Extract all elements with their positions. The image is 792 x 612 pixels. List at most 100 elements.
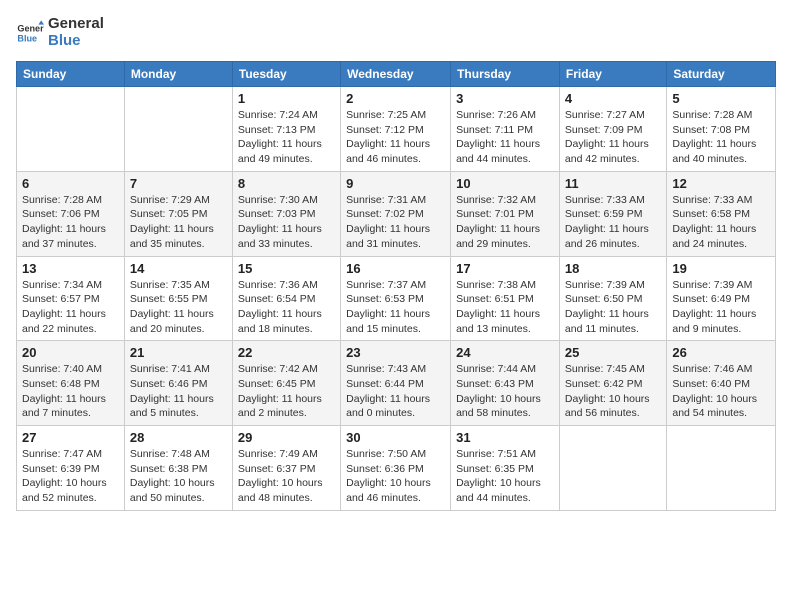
- day-content: Sunrise: 7:32 AMSunset: 7:01 PMDaylight:…: [456, 193, 554, 252]
- calendar-day-4: 4Sunrise: 7:27 AMSunset: 7:09 PMDaylight…: [559, 87, 666, 172]
- day-content: Sunrise: 7:34 AMSunset: 6:57 PMDaylight:…: [22, 278, 119, 337]
- calendar-day-8: 8Sunrise: 7:30 AMSunset: 7:03 PMDaylight…: [232, 171, 340, 256]
- day-number: 27: [22, 430, 119, 445]
- calendar-day-13: 13 Sunrise: 7:34 AMSunset: 6:57 PMDayligh…: [17, 256, 125, 341]
- calendar-empty-cell: [124, 87, 232, 172]
- calendar-day-27: 27 Sunrise: 7:47 AMSunset: 6:39 PMDayligh…: [17, 426, 125, 511]
- calendar-table: SundayMondayTuesdayWednesdayThursdayFrid…: [16, 61, 776, 511]
- calendar-day-19: 19 Sunrise: 7:39 AMSunset: 6:49 PMDayligh…: [667, 256, 776, 341]
- calendar-day-10: 10Sunrise: 7:32 AMSunset: 7:01 PMDayligh…: [451, 171, 560, 256]
- page-header: General Blue General Blue: [16, 16, 776, 49]
- calendar-day-2: 2 Sunrise: 7:25 AMSunset: 7:12 PMDaylight…: [341, 87, 451, 172]
- day-number: 23: [346, 345, 445, 360]
- calendar-day-7: 7 Sunrise: 7:29 AMSunset: 7:05 PMDaylight…: [124, 171, 232, 256]
- day-number: 5: [672, 91, 770, 106]
- calendar-empty-cell: [17, 87, 125, 172]
- day-content: Sunrise: 7:37 AMSunset: 6:53 PMDaylight:…: [346, 278, 445, 337]
- day-content: Sunrise: 7:42 AMSunset: 6:45 PMDaylight:…: [238, 362, 335, 421]
- calendar-day-14: 14Sunrise: 7:35 AMSunset: 6:55 PMDayligh…: [124, 256, 232, 341]
- calendar-header-monday: Monday: [124, 62, 232, 87]
- day-number: 7: [130, 176, 227, 191]
- day-content: Sunrise: 7:40 AMSunset: 6:48 PMDaylight:…: [22, 362, 119, 421]
- day-number: 8: [238, 176, 335, 191]
- svg-text:Blue: Blue: [17, 33, 37, 43]
- day-content: Sunrise: 7:28 AMSunset: 7:08 PMDaylight:…: [672, 108, 770, 167]
- calendar-header-thursday: Thursday: [451, 62, 560, 87]
- day-number: 29: [238, 430, 335, 445]
- calendar-week-row: 20 Sunrise: 7:40 AMSunset: 6:48 PMDayligh…: [17, 341, 776, 426]
- day-content: Sunrise: 7:48 AMSunset: 6:38 PMDaylight:…: [130, 447, 227, 506]
- day-content: Sunrise: 7:28 AMSunset: 7:06 PMDaylight:…: [22, 193, 119, 252]
- day-number: 31: [456, 430, 554, 445]
- calendar-day-1: 1 Sunrise: 7:24 AMSunset: 7:13 PMDaylight…: [232, 87, 340, 172]
- calendar-day-29: 29 Sunrise: 7:49 AMSunset: 6:37 PMDayligh…: [232, 426, 340, 511]
- calendar-header-friday: Friday: [559, 62, 666, 87]
- calendar-day-20: 20 Sunrise: 7:40 AMSunset: 6:48 PMDayligh…: [17, 341, 125, 426]
- day-content: Sunrise: 7:36 AMSunset: 6:54 PMDaylight:…: [238, 278, 335, 337]
- day-content: Sunrise: 7:39 AMSunset: 6:49 PMDaylight:…: [672, 278, 770, 337]
- calendar-day-22: 22 Sunrise: 7:42 AMSunset: 6:45 PMDayligh…: [232, 341, 340, 426]
- logo-icon: General Blue: [16, 19, 44, 47]
- day-number: 11: [565, 176, 661, 191]
- calendar-day-15: 15 Sunrise: 7:36 AMSunset: 6:54 PMDayligh…: [232, 256, 340, 341]
- calendar-header-wednesday: Wednesday: [341, 62, 451, 87]
- day-content: Sunrise: 7:35 AMSunset: 6:55 PMDaylight:…: [130, 278, 227, 337]
- day-content: Sunrise: 7:44 AMSunset: 6:43 PMDaylight:…: [456, 362, 554, 421]
- calendar-day-16: 16 Sunrise: 7:37 AMSunset: 6:53 PMDayligh…: [341, 256, 451, 341]
- day-content: Sunrise: 7:24 AMSunset: 7:13 PMDaylight:…: [238, 108, 335, 167]
- calendar-day-11: 11 Sunrise: 7:33 AMSunset: 6:59 PMDayligh…: [559, 171, 666, 256]
- calendar-day-3: 3Sunrise: 7:26 AMSunset: 7:11 PMDaylight…: [451, 87, 560, 172]
- calendar-header-saturday: Saturday: [667, 62, 776, 87]
- day-content: Sunrise: 7:45 AMSunset: 6:42 PMDaylight:…: [565, 362, 661, 421]
- day-content: Sunrise: 7:51 AMSunset: 6:35 PMDaylight:…: [456, 447, 554, 506]
- calendar-day-5: 5 Sunrise: 7:28 AMSunset: 7:08 PMDaylight…: [667, 87, 776, 172]
- day-number: 26: [672, 345, 770, 360]
- day-number: 13: [22, 261, 119, 276]
- day-content: Sunrise: 7:33 AMSunset: 6:59 PMDaylight:…: [565, 193, 661, 252]
- day-content: Sunrise: 7:25 AMSunset: 7:12 PMDaylight:…: [346, 108, 445, 167]
- calendar-day-6: 6 Sunrise: 7:28 AMSunset: 7:06 PMDaylight…: [17, 171, 125, 256]
- day-number: 30: [346, 430, 445, 445]
- day-content: Sunrise: 7:33 AMSunset: 6:58 PMDaylight:…: [672, 193, 770, 252]
- day-number: 12: [672, 176, 770, 191]
- day-number: 2: [346, 91, 445, 106]
- day-content: Sunrise: 7:50 AMSunset: 6:36 PMDaylight:…: [346, 447, 445, 506]
- day-number: 3: [456, 91, 554, 106]
- calendar-day-9: 9 Sunrise: 7:31 AMSunset: 7:02 PMDaylight…: [341, 171, 451, 256]
- calendar-week-row: 6 Sunrise: 7:28 AMSunset: 7:06 PMDaylight…: [17, 171, 776, 256]
- day-number: 21: [130, 345, 227, 360]
- calendar-day-31: 31 Sunrise: 7:51 AMSunset: 6:35 PMDayligh…: [451, 426, 560, 511]
- day-number: 22: [238, 345, 335, 360]
- day-content: Sunrise: 7:41 AMSunset: 6:46 PMDaylight:…: [130, 362, 227, 421]
- day-content: Sunrise: 7:47 AMSunset: 6:39 PMDaylight:…: [22, 447, 119, 506]
- calendar-empty-cell: [559, 426, 666, 511]
- day-content: Sunrise: 7:31 AMSunset: 7:02 PMDaylight:…: [346, 193, 445, 252]
- day-content: Sunrise: 7:29 AMSunset: 7:05 PMDaylight:…: [130, 193, 227, 252]
- calendar-empty-cell: [667, 426, 776, 511]
- day-number: 16: [346, 261, 445, 276]
- logo-text: General Blue: [48, 16, 104, 49]
- svg-text:General: General: [17, 23, 44, 33]
- day-number: 9: [346, 176, 445, 191]
- day-number: 6: [22, 176, 119, 191]
- calendar-day-25: 25Sunrise: 7:45 AMSunset: 6:42 PMDayligh…: [559, 341, 666, 426]
- day-number: 19: [672, 261, 770, 276]
- calendar-day-12: 12 Sunrise: 7:33 AMSunset: 6:58 PMDayligh…: [667, 171, 776, 256]
- calendar-day-24: 24Sunrise: 7:44 AMSunset: 6:43 PMDayligh…: [451, 341, 560, 426]
- day-content: Sunrise: 7:27 AMSunset: 7:09 PMDaylight:…: [565, 108, 661, 167]
- day-number: 28: [130, 430, 227, 445]
- calendar-week-row: 27 Sunrise: 7:47 AMSunset: 6:39 PMDayligh…: [17, 426, 776, 511]
- calendar-day-30: 30 Sunrise: 7:50 AMSunset: 6:36 PMDayligh…: [341, 426, 451, 511]
- day-number: 1: [238, 91, 335, 106]
- day-content: Sunrise: 7:49 AMSunset: 6:37 PMDaylight:…: [238, 447, 335, 506]
- day-number: 18: [565, 261, 661, 276]
- day-number: 20: [22, 345, 119, 360]
- day-content: Sunrise: 7:43 AMSunset: 6:44 PMDaylight:…: [346, 362, 445, 421]
- day-number: 17: [456, 261, 554, 276]
- day-number: 15: [238, 261, 335, 276]
- day-content: Sunrise: 7:38 AMSunset: 6:51 PMDaylight:…: [456, 278, 554, 337]
- calendar-day-21: 21 Sunrise: 7:41 AMSunset: 6:46 PMDayligh…: [124, 341, 232, 426]
- calendar-day-26: 26 Sunrise: 7:46 AMSunset: 6:40 PMDayligh…: [667, 341, 776, 426]
- day-content: Sunrise: 7:46 AMSunset: 6:40 PMDaylight:…: [672, 362, 770, 421]
- calendar-day-18: 18Sunrise: 7:39 AMSunset: 6:50 PMDayligh…: [559, 256, 666, 341]
